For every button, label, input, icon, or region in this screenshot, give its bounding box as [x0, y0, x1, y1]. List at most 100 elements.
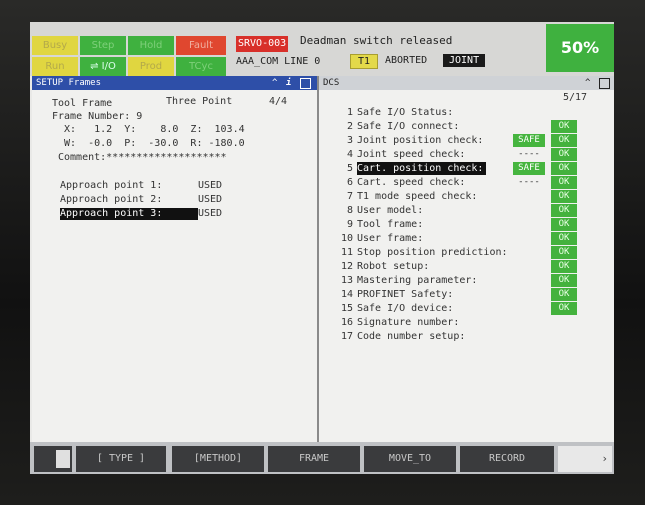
row-label[interactable]: Joint speed check: — [357, 148, 465, 161]
dcs-pane[interactable]: DCS ^ 5/17 1 Safe I/O Status: 2 Safe I/O co… — [319, 76, 614, 442]
type-key[interactable]: [ TYPE ] — [76, 446, 166, 472]
row-number: 6 — [346, 177, 353, 188]
info-icon[interactable]: i — [286, 77, 291, 89]
row-result: OK — [551, 260, 577, 273]
dcs-row[interactable]: 9 Tool frame: OK — [319, 218, 614, 231]
dcs-row[interactable]: 13 Mastering parameter: OK — [319, 274, 614, 287]
page-indicator: 5/17 — [563, 92, 588, 103]
dcs-row[interactable]: 10 User frame: OK — [319, 232, 614, 245]
approach-point-1-value: USED — [198, 180, 223, 191]
row-result: OK — [551, 204, 577, 217]
row-status: ---- — [518, 177, 540, 187]
row-label[interactable]: PROFINET Safety: — [357, 288, 453, 301]
right-pane-titlebar: DCS ^ — [319, 76, 614, 90]
dcs-row[interactable]: 4 Joint speed check: ---- OK — [319, 148, 614, 161]
frame-number: Frame Number: 9 — [52, 111, 143, 122]
hold-indicator: Hold — [128, 36, 174, 55]
dcs-row[interactable]: 6 Cart. speed check: ---- OK — [319, 176, 614, 189]
approach-point-1-label[interactable]: Approach point 1: — [60, 180, 162, 192]
row-number: 8 — [346, 205, 353, 216]
dcs-row[interactable]: 7 T1 mode speed check: OK — [319, 190, 614, 203]
dcs-row[interactable]: 8 User model: OK — [319, 204, 614, 217]
mode-badge: T1 — [350, 54, 379, 69]
row-label[interactable]: Robot setup: — [357, 260, 429, 273]
row-status: ---- — [518, 149, 540, 159]
row-label[interactable]: Safe I/O device: — [357, 302, 453, 315]
row-result: OK — [551, 190, 577, 203]
row-label[interactable]: Safe I/O connect: — [357, 120, 459, 133]
step-indicator: Step — [80, 36, 126, 55]
row-number: 2 — [346, 121, 353, 132]
busy-indicator: Busy — [32, 36, 78, 55]
row-number: 9 — [346, 219, 353, 230]
dcs-row[interactable]: 5 Cart. position check: SAFE OK — [319, 162, 614, 175]
frame-xyz: X: 1.2 Y: 8.0 Z: 103.4 — [64, 124, 245, 135]
approach-point-3-label[interactable]: Approach point 3: — [60, 208, 198, 220]
pane-window-icon[interactable] — [300, 78, 311, 89]
row-number: 14 — [340, 289, 353, 300]
frame-method: Three Point — [166, 96, 233, 107]
dcs-row[interactable]: 17 Code number setup: — [319, 330, 614, 343]
row-label[interactable]: Stop position prediction: — [357, 246, 508, 259]
row-label[interactable]: Cart. position check: — [357, 162, 487, 175]
row-label[interactable]: User model: — [357, 204, 423, 217]
override-speed[interactable]: 50% — [546, 24, 614, 72]
tcyc-indicator: TCyc — [176, 57, 226, 76]
row-label[interactable]: Tool frame: — [357, 218, 423, 231]
row-result: OK — [551, 134, 577, 147]
row-number: 10 — [340, 233, 353, 244]
io-indicator: ⇌ I/O — [80, 57, 126, 76]
move-to-key[interactable]: MOVE_TO — [364, 446, 456, 472]
setup-frames-pane[interactable]: SETUP Frames ^ i Tool Frame Three Point … — [32, 76, 319, 442]
dcs-row[interactable]: 3 Joint position check: SAFE OK — [319, 134, 614, 147]
row-label[interactable]: Safe I/O Status: — [357, 106, 453, 119]
row-label[interactable]: Signature number: — [357, 316, 459, 329]
row-result: OK — [551, 274, 577, 287]
row-number: 13 — [340, 275, 353, 286]
run-indicator: Run — [32, 57, 78, 76]
next-page-key[interactable]: › — [558, 446, 612, 472]
row-label[interactable]: Code number setup: — [357, 330, 465, 343]
previous-key[interactable] — [34, 446, 72, 472]
row-number: 16 — [340, 317, 353, 328]
dcs-row[interactable]: 15 Safe I/O device: OK — [319, 302, 614, 315]
row-result: OK — [551, 162, 577, 175]
row-label[interactable]: Cart. speed check: — [357, 176, 465, 189]
status-bar: Busy Step Hold Fault Run ⇌ I/O Prod TCyc… — [30, 22, 614, 76]
left-pane-titlebar: SETUP Frames ^ i — [32, 76, 317, 90]
frame-wpr: W: -0.0 P: -30.0 R: -180.0 — [64, 138, 245, 149]
dcs-row[interactable]: 1 Safe I/O Status: — [319, 106, 614, 119]
pane-title: DCS — [323, 78, 340, 88]
row-result: OK — [551, 302, 577, 315]
row-number: 4 — [346, 149, 353, 160]
row-label[interactable]: Mastering parameter: — [357, 274, 477, 287]
frame-comment[interactable]: Comment:******************** — [58, 152, 227, 164]
row-number: 12 — [340, 261, 353, 272]
io-enable-icon: ⇌ — [90, 61, 102, 72]
approach-point-2-value: USED — [198, 194, 223, 205]
pendant-bezel: Busy Step Hold Fault Run ⇌ I/O Prod TCyc… — [0, 0, 645, 505]
row-result: OK — [551, 176, 577, 189]
dcs-row[interactable]: 2 Safe I/O connect: OK — [319, 120, 614, 133]
method-key[interactable]: [METHOD] — [172, 446, 264, 472]
row-label[interactable]: T1 mode speed check: — [357, 190, 477, 203]
row-number: 5 — [346, 163, 353, 174]
maximize-pane-icon[interactable]: ^ — [272, 77, 277, 89]
approach-point-2-label[interactable]: Approach point 2: — [60, 194, 162, 206]
row-label[interactable]: User frame: — [357, 232, 423, 245]
dcs-row[interactable]: 11 Stop position prediction: OK — [319, 246, 614, 259]
dcs-row[interactable]: 12 Robot setup: OK — [319, 260, 614, 273]
page-indicator: 4/4 — [269, 96, 288, 107]
record-key[interactable]: RECORD — [460, 446, 554, 472]
row-number: 3 — [346, 135, 353, 146]
maximize-pane-icon[interactable]: ^ — [585, 77, 590, 89]
frame-key[interactable]: FRAME — [268, 446, 360, 472]
row-label[interactable]: Joint position check: — [357, 134, 483, 147]
row-result: OK — [551, 148, 577, 161]
pane-window-icon[interactable] — [599, 78, 610, 89]
jog-frame-badge: JOINT — [443, 54, 486, 67]
frame-type: Tool Frame — [52, 98, 113, 109]
dcs-row[interactable]: 14 PROFINET Safety: OK — [319, 288, 614, 301]
pane-title: SETUP Frames — [36, 78, 102, 88]
dcs-row[interactable]: 16 Signature number: — [319, 316, 614, 329]
